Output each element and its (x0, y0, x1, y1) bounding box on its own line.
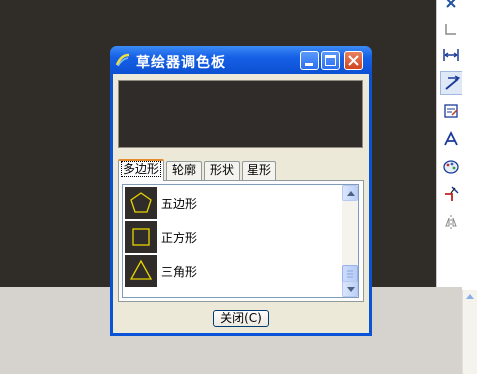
palette-icon[interactable] (440, 156, 462, 178)
dialog-body: 多边形 轮廓 形状 星形 五边形 正方形 三角形 关闭(C) (113, 74, 369, 333)
list-item-label: 三角形 (161, 265, 198, 279)
app-icon (115, 53, 130, 67)
sketch-toolbar (436, 0, 474, 287)
window-scrollbar[interactable] (462, 290, 477, 374)
list-item-label: 正方形 (161, 231, 198, 245)
scroll-up-icon[interactable] (466, 294, 474, 299)
list-item-pentagon[interactable]: 五边形 (125, 187, 337, 219)
maximize-icon (325, 55, 336, 66)
maximize-button[interactable] (321, 51, 340, 70)
dialog-title: 草绘器调色板 (136, 55, 226, 71)
shape-list: 五边形 正方形 三角形 (122, 184, 359, 298)
mirror-icon[interactable] (440, 211, 474, 233)
list-item-triangle[interactable]: 三角形 (125, 255, 337, 287)
tab-panel: 五边形 正方形 三角形 (118, 180, 364, 302)
sketch-line-icon[interactable] (440, 71, 464, 95)
minimize-button[interactable] (300, 51, 319, 70)
chevron-up-icon (347, 191, 355, 196)
tab-polygon[interactable]: 多边形 (118, 159, 164, 181)
sketcher-palette-dialog: 草绘器调色板 多边形 轮廓 形状 星形 五边形 正方形 三角形 关闭(C) (110, 46, 372, 336)
close-window-button[interactable] (344, 51, 363, 70)
corner-icon[interactable] (440, 18, 474, 40)
close-button[interactable]: 关闭(C) (213, 310, 269, 327)
list-scrollbar[interactable] (342, 185, 358, 297)
dimension-icon[interactable] (440, 44, 462, 66)
tab-shape[interactable]: 形状 (204, 161, 240, 180)
tab-polygon-label: 多边形 (120, 161, 162, 177)
tab-star[interactable]: 星形 (242, 161, 276, 180)
close-x-icon[interactable] (440, 0, 474, 14)
modify-icon[interactable] (440, 100, 462, 122)
pentagon-icon (125, 187, 157, 219)
list-item-label: 五边形 (161, 197, 198, 211)
text-icon[interactable] (440, 128, 462, 150)
minimize-icon (305, 63, 313, 66)
close-icon (348, 55, 359, 66)
scroll-up-button[interactable] (342, 185, 358, 201)
trim-icon[interactable] (440, 183, 474, 205)
dialog-titlebar[interactable]: 草绘器调色板 (110, 46, 372, 74)
triangle-icon (125, 255, 157, 287)
scroll-down-button[interactable] (342, 281, 358, 297)
chevron-down-icon (347, 287, 355, 292)
square-icon (125, 221, 157, 253)
shape-preview (118, 80, 363, 148)
list-item-square[interactable]: 正方形 (125, 221, 337, 253)
grip-icon (347, 270, 353, 278)
tab-outline[interactable]: 轮廓 (166, 161, 202, 180)
